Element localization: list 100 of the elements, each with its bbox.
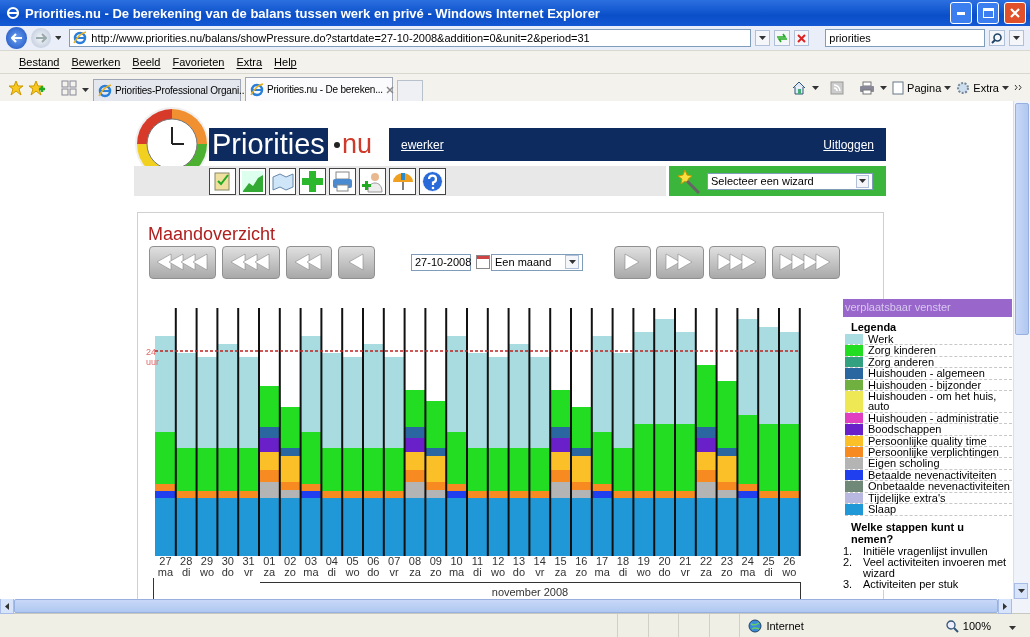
horizontal-scrollbar[interactable]: [0, 599, 1012, 613]
legend-label: Huishouden - algemeen: [867, 368, 985, 379]
menu-item[interactable]: Beeld: [132, 56, 161, 68]
home-icon[interactable]: [791, 80, 808, 95]
caret-icon: [758, 36, 766, 40]
vertical-scrollbar[interactable]: [1013, 101, 1030, 599]
logout-link[interactable]: Uitloggen: [823, 137, 874, 152]
back-button[interactable]: [6, 27, 28, 49]
page-icon: [892, 80, 905, 95]
maximize-icon: [982, 8, 994, 18]
back-button[interactable]: [149, 245, 216, 279]
search-field[interactable]: priorities: [825, 29, 985, 47]
menu-item[interactable]: Bestand: [19, 56, 60, 68]
map-icon[interactable]: [269, 167, 296, 195]
address-field[interactable]: http://www.priorities.nu/balans/showPressure.do?startdate=27-10-2008&addition=0&unit=2&period=31: [69, 29, 751, 47]
day-number: 12: [491, 556, 506, 567]
weekday-label: wo: [198, 567, 215, 578]
browser-logo-icon: [98, 83, 112, 98]
globe-icon: [748, 619, 763, 633]
star-plus-icon[interactable]: [28, 79, 46, 96]
logo-suffix: nu: [342, 129, 373, 160]
date-field[interactable]: 27-10-2008: [411, 253, 471, 271]
weekday-label: za: [553, 567, 568, 578]
menu-item[interactable]: Help: [274, 56, 297, 68]
left-triangles-icon: [346, 253, 367, 271]
close-icon: [1010, 8, 1020, 18]
step-text[interactable]: Veel activiteiten invoeren met wizard: [863, 556, 1012, 579]
legend-label: Tijdelijke extra's: [867, 492, 946, 504]
back-button[interactable]: [286, 245, 332, 279]
weekday-label: di: [763, 567, 774, 578]
weekday-label: di: [617, 567, 629, 578]
back-button[interactable]: [222, 245, 280, 279]
tab-list-caret-icon: [82, 87, 89, 92]
maximize-button[interactable]: [977, 2, 999, 24]
close-icon: [797, 33, 807, 43]
back-button[interactable]: [338, 245, 375, 279]
star-icon[interactable]: [8, 79, 24, 96]
wizard-select[interactable]: Selecteer een wizard: [707, 172, 873, 190]
step-text[interactable]: Activiteiten per stuk: [863, 578, 959, 590]
day-number: 27: [158, 556, 173, 567]
help-icon[interactable]: [419, 167, 446, 195]
logo-text: Priorities: [209, 128, 328, 161]
reference-unit: uur: [146, 357, 159, 367]
chevron-right-icon[interactable]: [1014, 84, 1022, 91]
checklist-icon[interactable]: [209, 167, 236, 195]
magic-wand-icon: [675, 168, 701, 194]
search-icon: [991, 32, 1003, 44]
history-caret-icon: [54, 36, 62, 40]
address-dropdown-button[interactable]: [754, 30, 771, 46]
plus-icon[interactable]: [299, 167, 326, 195]
user-add-icon[interactable]: [359, 167, 386, 195]
browser-logo-icon: [6, 6, 20, 20]
browser-tab[interactable]: Priorities.nu - De bereken...: [245, 77, 393, 101]
day-number: 13: [511, 556, 527, 567]
day-number: 22: [699, 556, 714, 567]
stop-button[interactable]: [793, 30, 810, 46]
user-link[interactable]: ewerker: [401, 137, 444, 152]
menu-item[interactable]: Favorieten: [172, 56, 225, 68]
forward-button[interactable]: [614, 245, 651, 279]
period-select[interactable]: Een maand: [491, 253, 583, 271]
rss-icon[interactable]: [830, 80, 845, 95]
search-button[interactable]: [988, 30, 1005, 46]
line-chart-icon[interactable]: [239, 167, 266, 195]
zoom-control[interactable]: 100%: [945, 619, 1030, 633]
forward-button[interactable]: [656, 245, 704, 279]
browser-logo-icon: [73, 31, 88, 45]
umbrella-icon[interactable]: [389, 167, 416, 195]
menu-item[interactable]: Extra: [236, 56, 263, 68]
weekday-label: do: [366, 567, 381, 578]
day-number: 05: [345, 556, 360, 567]
caret-icon: [880, 85, 888, 90]
step-number: 2.: [843, 556, 854, 570]
caret-icon: [812, 85, 820, 90]
forward-button[interactable]: [31, 28, 51, 48]
day-number: 25: [761, 556, 776, 567]
calendar-icon[interactable]: [476, 255, 490, 269]
minimize-button[interactable]: [950, 2, 972, 24]
tools-menu-button[interactable]: Extra: [956, 80, 1009, 95]
search-options-button[interactable]: [1008, 30, 1025, 46]
left-arrow-icon: [10, 33, 23, 43]
close-icon[interactable]: [385, 85, 394, 94]
tab-grid-icon[interactable]: [60, 78, 78, 97]
step-text[interactable]: Initiële vragenlijst invullen: [863, 545, 988, 557]
forward-button[interactable]: [709, 245, 766, 279]
refresh-icon: [776, 33, 788, 43]
menu-item[interactable]: Bewerken: [71, 56, 121, 68]
page-menu-button[interactable]: Pagina: [892, 80, 952, 95]
close-button[interactable]: [1004, 2, 1026, 24]
browser-logo-icon: [250, 82, 264, 97]
legend-label: Betaalde nevenactiviteiten: [867, 469, 997, 481]
printer-icon[interactable]: [329, 167, 356, 195]
weekday-label: za: [408, 567, 422, 578]
page-title: Maandoverzicht: [148, 223, 277, 245]
day-number: 28: [179, 556, 194, 567]
day-number: 02: [283, 556, 298, 567]
left-triangles-icon: [154, 253, 211, 271]
forward-button[interactable]: [772, 245, 840, 279]
day-number: 19: [636, 556, 651, 567]
day-number: 06: [366, 556, 381, 567]
right-arrow-icon: [34, 33, 47, 43]
